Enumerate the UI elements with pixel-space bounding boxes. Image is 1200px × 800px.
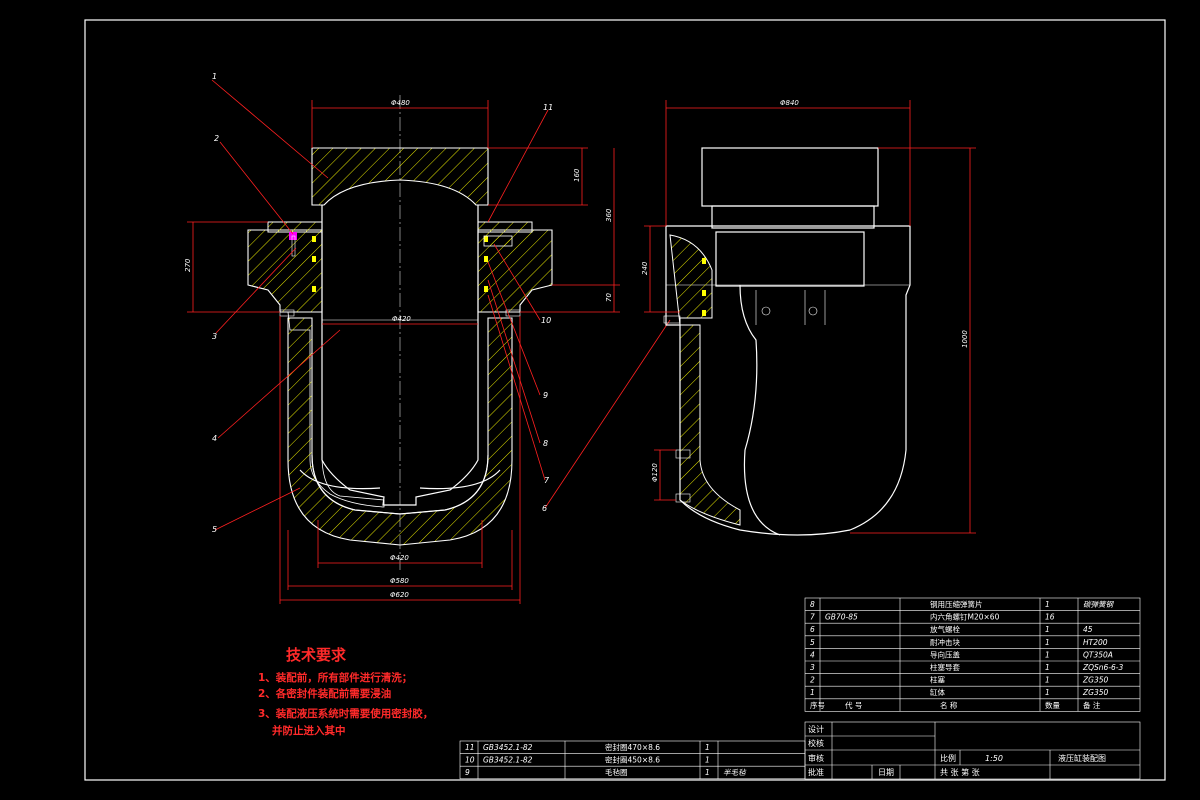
requirements-title: 技术要求 — [286, 646, 347, 664]
dim-side-1000: 1000 — [961, 330, 969, 348]
bom2-row-9-material: 半毛毡 — [723, 768, 747, 777]
tb-title: 液压缸装配图 — [1058, 753, 1106, 763]
leader-6: 6 — [542, 504, 547, 513]
leader-9: 9 — [543, 391, 548, 400]
dim-side-120: Φ120 — [651, 463, 659, 482]
drawing-frame — [84, 19, 1166, 781]
dim-70: 70 — [605, 293, 613, 302]
bom-row-6-material: 45 — [1083, 625, 1093, 634]
technical-requirements: 技术要求 1、装配前，所有部件进行清洗； 2、各密封件装配前需要浸油 3、装配液… — [258, 646, 433, 737]
bom2-row-11-code: GB3452.1-82 — [483, 743, 533, 752]
bom-row-1-name: 缸体 — [930, 687, 945, 697]
bom-header-name: 名 称 — [940, 700, 958, 710]
bom-row-3-name: 柱塞导套 — [930, 662, 960, 672]
leader-3: 3 — [212, 332, 217, 341]
leader-7: 7 — [544, 476, 550, 485]
left-flange — [247, 229, 323, 313]
leader-10: 10 — [541, 316, 551, 325]
dim-580: Φ580 — [390, 577, 409, 585]
bom-header-qty: 数量 — [1045, 700, 1061, 710]
leader-11: 11 — [543, 103, 553, 112]
bom-row-4-material: QT350A — [1083, 650, 1113, 659]
leader-8: 8 — [543, 439, 548, 448]
requirements-line-2: 2、各密封件装配前需要浸油 — [258, 687, 391, 700]
dim-360: 360 — [605, 208, 613, 222]
bom-row-2-material: ZG350 — [1082, 676, 1108, 685]
bom-row-6-qty: 1 — [1045, 625, 1050, 634]
bom-row-4-no: 4 — [810, 650, 815, 659]
bom-row-6-no: 6 — [810, 625, 815, 634]
bom-row-8-qty: 1 — [1045, 600, 1050, 609]
tb-scale-value: 1:50 — [985, 754, 1003, 763]
dim-top-width: Φ480 — [391, 99, 410, 107]
bom-row-1-no: 1 — [810, 688, 815, 697]
bom-row-5-name: 耐冲击块 — [930, 637, 960, 647]
bom-row-1-qty: 1 — [1045, 688, 1050, 697]
bom-row-2-qty: 1 — [1045, 676, 1050, 685]
bom-row-7-no: 7 — [810, 613, 815, 622]
seal-left — [312, 236, 316, 242]
leader-2: 2 — [214, 134, 219, 143]
tb-design: 设计 — [808, 724, 824, 734]
bill-of-materials-lower: 11 GB3452.1-82 密封圈470×8.6 110 GB3452.1-82 密封圈… — [459, 740, 806, 780]
bom-row-1-material: ZG350 — [1082, 688, 1108, 697]
bom-row-5-qty: 1 — [1045, 638, 1050, 647]
bom-row-7-qty: 16 — [1045, 613, 1055, 622]
bom-header-material: 备 注 — [1083, 700, 1101, 710]
bom-row-7-code: GB70-85 — [825, 613, 858, 622]
requirements-line-3: 3、装配液压系统时需要使用密封胶， — [258, 707, 433, 720]
tb-check: 校核 — [808, 738, 824, 748]
dim-270: 270 — [184, 258, 192, 272]
cad-drawing: Φ480 Φ420 Φ420 Φ580 Φ620 270 160 360 70 … — [84, 19, 1166, 781]
bom2-row-11-name: 密封圈470×8.6 — [605, 742, 660, 752]
leader-1: 1 — [212, 72, 217, 81]
requirements-line-1: 1、装配前，所有部件进行清洗； — [258, 671, 412, 684]
leader-4: 4 — [212, 434, 217, 443]
tb-date: 日期 — [878, 768, 894, 777]
bom2-row-11-qty: 1 — [705, 743, 710, 752]
bom2-row-9-no: 9 — [465, 768, 470, 777]
dim-side-240: 240 — [641, 261, 649, 275]
side-view: Φ840 240 1000 Φ120 — [641, 99, 976, 536]
tb-review: 审核 — [808, 753, 824, 763]
bom-header-no: 序号 — [810, 700, 825, 710]
bom-row-8-no: 8 — [810, 600, 815, 609]
bom-row-5-material: HT200 — [1083, 638, 1108, 647]
bom2-row-9-qty: 1 — [705, 768, 710, 777]
bill-of-materials: 8 钢用压缩弹簧片 1 碳弹簧钢 7 GB70-85 内六角螺钉M20×60 16 6 放气螺栓 1… — [804, 597, 1141, 712]
bom-row-2-name: 柱塞 — [930, 675, 945, 685]
tb-approve: 批准 — [808, 767, 824, 777]
title-block: 设计 校核 审核 批准 日期 比例 1:50 液压缸装配图 共 张 第 张 — [804, 721, 1141, 780]
bom-row-5-no: 5 — [810, 638, 815, 647]
bom-row-7-name: 内六角螺钉M20×60 — [930, 612, 1000, 622]
leader-5: 5 — [212, 525, 217, 534]
dim-inner-dia: Φ420 — [392, 315, 411, 323]
tb-scale-label: 比例 — [940, 753, 956, 763]
bom2-row-11-no: 11 — [465, 743, 475, 752]
dim-160: 160 — [573, 168, 581, 182]
bom2-row-9-name: 毛毡圈 — [605, 767, 628, 777]
bom-row-3-no: 3 — [810, 663, 815, 672]
front-section-view: Φ480 Φ420 Φ420 Φ580 Φ620 270 160 360 70 … — [184, 72, 671, 604]
bom-row-8-material: 碳弹簧钢 — [1083, 600, 1114, 609]
dim-620: Φ620 — [390, 591, 409, 599]
bom2-row-10-no: 10 — [465, 756, 475, 765]
bom-row-2-no: 2 — [810, 676, 815, 685]
bom-row-4-name: 导向压盖 — [930, 649, 960, 659]
requirements-line-4: 并防止进入其中 — [272, 724, 346, 737]
bom2-row-10-code: GB3452.1-82 — [483, 756, 533, 765]
bom2-row-10-name: 密封圈450×8.6 — [605, 755, 660, 765]
tb-sheet: 共 张 第 张 — [940, 767, 980, 777]
bom-header-code: 代 号 — [845, 700, 862, 710]
dim-bottom-420: Φ420 — [390, 554, 409, 562]
dim-side-top: Φ840 — [780, 99, 799, 107]
bom-row-6-name: 放气螺栓 — [930, 624, 960, 634]
bom-row-8-name: 钢用压缩弹簧片 — [930, 599, 983, 609]
bom-row-3-qty: 1 — [1045, 663, 1050, 672]
bom2-row-10-qty: 1 — [705, 756, 710, 765]
bom-row-4-qty: 1 — [1045, 650, 1050, 659]
bom-row-3-material: ZQSn6-6-3 — [1082, 663, 1124, 672]
